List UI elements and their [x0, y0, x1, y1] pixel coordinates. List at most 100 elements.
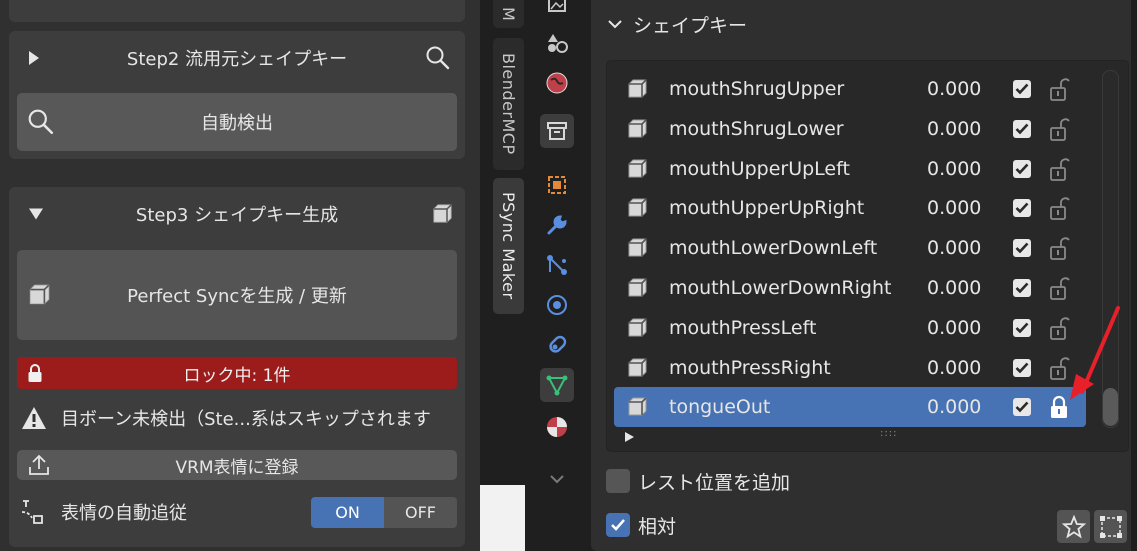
mute-checkbox[interactable]	[1013, 398, 1031, 417]
shape-key-name[interactable]: mouthPressLeft	[669, 317, 816, 339]
step2-header[interactable]: Step2 流用元シェイプキー	[9, 31, 465, 85]
shape-key-name[interactable]: mouthShrugUpper	[669, 78, 844, 100]
material-icon	[547, 417, 567, 437]
collapsed-panel-above	[9, 0, 465, 22]
tab-psync-maker-label: PSync Maker	[499, 192, 518, 300]
addon-sidebar-panel: Step2 流用元シェイプキー 自動検出 Step3 シェイプキー生成 Perf…	[0, 0, 480, 551]
lock-open-icon[interactable]	[1048, 236, 1070, 261]
tab-blendermcp-label: BlenderMCP	[499, 53, 518, 155]
add-rest-checkbox[interactable]	[606, 469, 630, 493]
auto-follow-toggle: ON OFF	[311, 497, 457, 528]
shape-key-row[interactable]: tongueOut 0.000	[614, 387, 1086, 428]
shape-key-value[interactable]: 0.000	[927, 396, 981, 418]
tab-output[interactable]	[540, 0, 574, 22]
step3-title: Step3 シェイプキー生成	[135, 205, 339, 226]
mute-checkbox[interactable]	[1013, 239, 1031, 258]
shape-key-value[interactable]: 0.000	[927, 317, 981, 339]
mute-checkbox[interactable]	[1013, 318, 1031, 337]
tab-modifiers[interactable]	[540, 208, 574, 242]
mute-checkbox[interactable]	[1013, 199, 1031, 218]
shape-key-value[interactable]: 0.000	[927, 158, 981, 180]
shape-key-name[interactable]: mouthUpperUpLeft	[669, 158, 850, 180]
tab-view-layer[interactable]	[540, 26, 574, 60]
shape-key-value[interactable]: 0.000	[927, 237, 981, 259]
generate-label: Perfect Syncを生成 / 更新	[127, 286, 347, 307]
step3-header[interactable]: Step3 シェイプキー生成	[9, 187, 465, 241]
properties-tab-column	[530, 0, 585, 551]
tab-physics[interactable]	[540, 288, 574, 322]
tab-psync-maker[interactable]: PSync Maker	[493, 178, 524, 314]
shape-key-name[interactable]: mouthUpperUpRight	[669, 197, 864, 219]
auto-detect-button[interactable]: 自動検出	[17, 93, 457, 151]
lock-open-icon[interactable]	[1048, 157, 1070, 181]
add-rest-position-row[interactable]: レスト位置を追加	[606, 466, 790, 496]
checkmark-icon	[1015, 322, 1029, 334]
tab-collection[interactable]	[540, 114, 574, 148]
favorite-button[interactable]	[1057, 510, 1090, 543]
tab-object[interactable]	[540, 168, 574, 202]
toggle-on-button[interactable]: ON	[311, 497, 384, 528]
shape-keys-header[interactable]: シェイプキー	[607, 6, 747, 42]
shape-key-value[interactable]: 0.000	[927, 197, 981, 219]
mute-checkbox[interactable]	[1013, 80, 1031, 98]
auto-detect-label: 自動検出	[201, 113, 273, 134]
lock-status-text: ロック中: 1件	[183, 365, 291, 386]
relative-row[interactable]: 相対	[606, 510, 676, 540]
mute-checkbox[interactable]	[1013, 279, 1031, 297]
lock-open-icon[interactable]	[1048, 196, 1070, 221]
step2-panel: Step2 流用元シェイプキー 自動検出	[9, 31, 465, 159]
tab-partial-top[interactable]: M	[493, 0, 524, 28]
shape-key-row[interactable]: mouthLowerDownRight 0.000	[614, 268, 1086, 308]
shape-key-row[interactable]: mouthShrugLower 0.000	[614, 109, 1086, 149]
list-resize-grip[interactable]: ::::	[880, 428, 897, 439]
checkmark-icon	[1015, 402, 1029, 413]
tab-material[interactable]	[540, 410, 574, 444]
register-label: VRM表情に登録	[175, 457, 299, 478]
shape-key-row[interactable]: mouthUpperUpRight 0.000	[614, 188, 1086, 228]
tab-object-data[interactable]	[540, 368, 574, 402]
tab-blendermcp[interactable]: BlenderMCP	[493, 38, 524, 170]
lock-open-icon[interactable]	[1048, 77, 1070, 101]
toggle-off-button[interactable]: OFF	[384, 497, 457, 528]
mute-checkbox[interactable]	[1013, 358, 1031, 377]
tab-particles[interactable]	[540, 248, 574, 282]
lock-open-icon[interactable]	[1048, 276, 1070, 300]
shape-key-name[interactable]: mouthPressRight	[669, 357, 831, 379]
shape-key-value[interactable]: 0.000	[927, 277, 981, 299]
list-expand-triangle-icon[interactable]	[625, 432, 634, 442]
shape-key-value[interactable]: 0.000	[927, 78, 981, 100]
checkmark-icon	[1015, 282, 1029, 294]
search-icon[interactable]	[425, 45, 451, 71]
relative-label: 相対	[638, 515, 677, 538]
relative-checkbox[interactable]	[606, 513, 630, 537]
shape-key-name[interactable]: mouthLowerDownLeft	[669, 237, 877, 259]
shape-key-row[interactable]: mouthPressLeft 0.000	[614, 308, 1086, 348]
generate-perfect-sync-button[interactable]: Perfect Syncを生成 / 更新	[17, 250, 457, 340]
checkmark-icon	[1015, 362, 1029, 373]
shape-key-icon	[628, 397, 647, 416]
tab-world[interactable]	[540, 66, 574, 100]
mute-checkbox[interactable]	[1013, 159, 1031, 178]
lock-open-icon[interactable]	[1048, 117, 1070, 141]
tab-constraints[interactable]	[540, 328, 574, 362]
lock-status-bar: ロック中: 1件	[17, 357, 457, 389]
checkmark-icon	[1015, 203, 1029, 214]
shape-key-row[interactable]: mouthShrugUpper 0.000	[614, 69, 1086, 109]
shape-key-row[interactable]: mouthUpperUpLeft 0.000	[614, 149, 1086, 189]
transform-bounds-button[interactable]	[1094, 510, 1127, 543]
shape-key-row[interactable]: mouthPressRight 0.000	[614, 348, 1086, 388]
particles-icon	[547, 255, 567, 275]
shape-key-row[interactable]: mouthLowerDownLeft 0.000	[614, 228, 1086, 268]
shape-key-name[interactable]: mouthLowerDownRight	[669, 277, 891, 299]
tab-more[interactable]	[540, 462, 574, 496]
world-icon	[546, 72, 568, 94]
tab-partial-top-label: M	[499, 6, 518, 22]
shape-key-name[interactable]: mouthShrugLower	[669, 118, 844, 140]
register-vrm-expression-button[interactable]: VRM表情に登録	[17, 450, 457, 480]
shape-key-value[interactable]: 0.000	[927, 118, 981, 140]
add-rest-label: レスト位置を追加	[638, 471, 791, 494]
shape-key-value[interactable]: 0.000	[927, 357, 981, 379]
mute-checkbox[interactable]	[1013, 119, 1031, 138]
shape-key-name[interactable]: tongueOut	[669, 396, 770, 418]
step2-title: Step2 流用元シェイプキー	[126, 49, 348, 70]
